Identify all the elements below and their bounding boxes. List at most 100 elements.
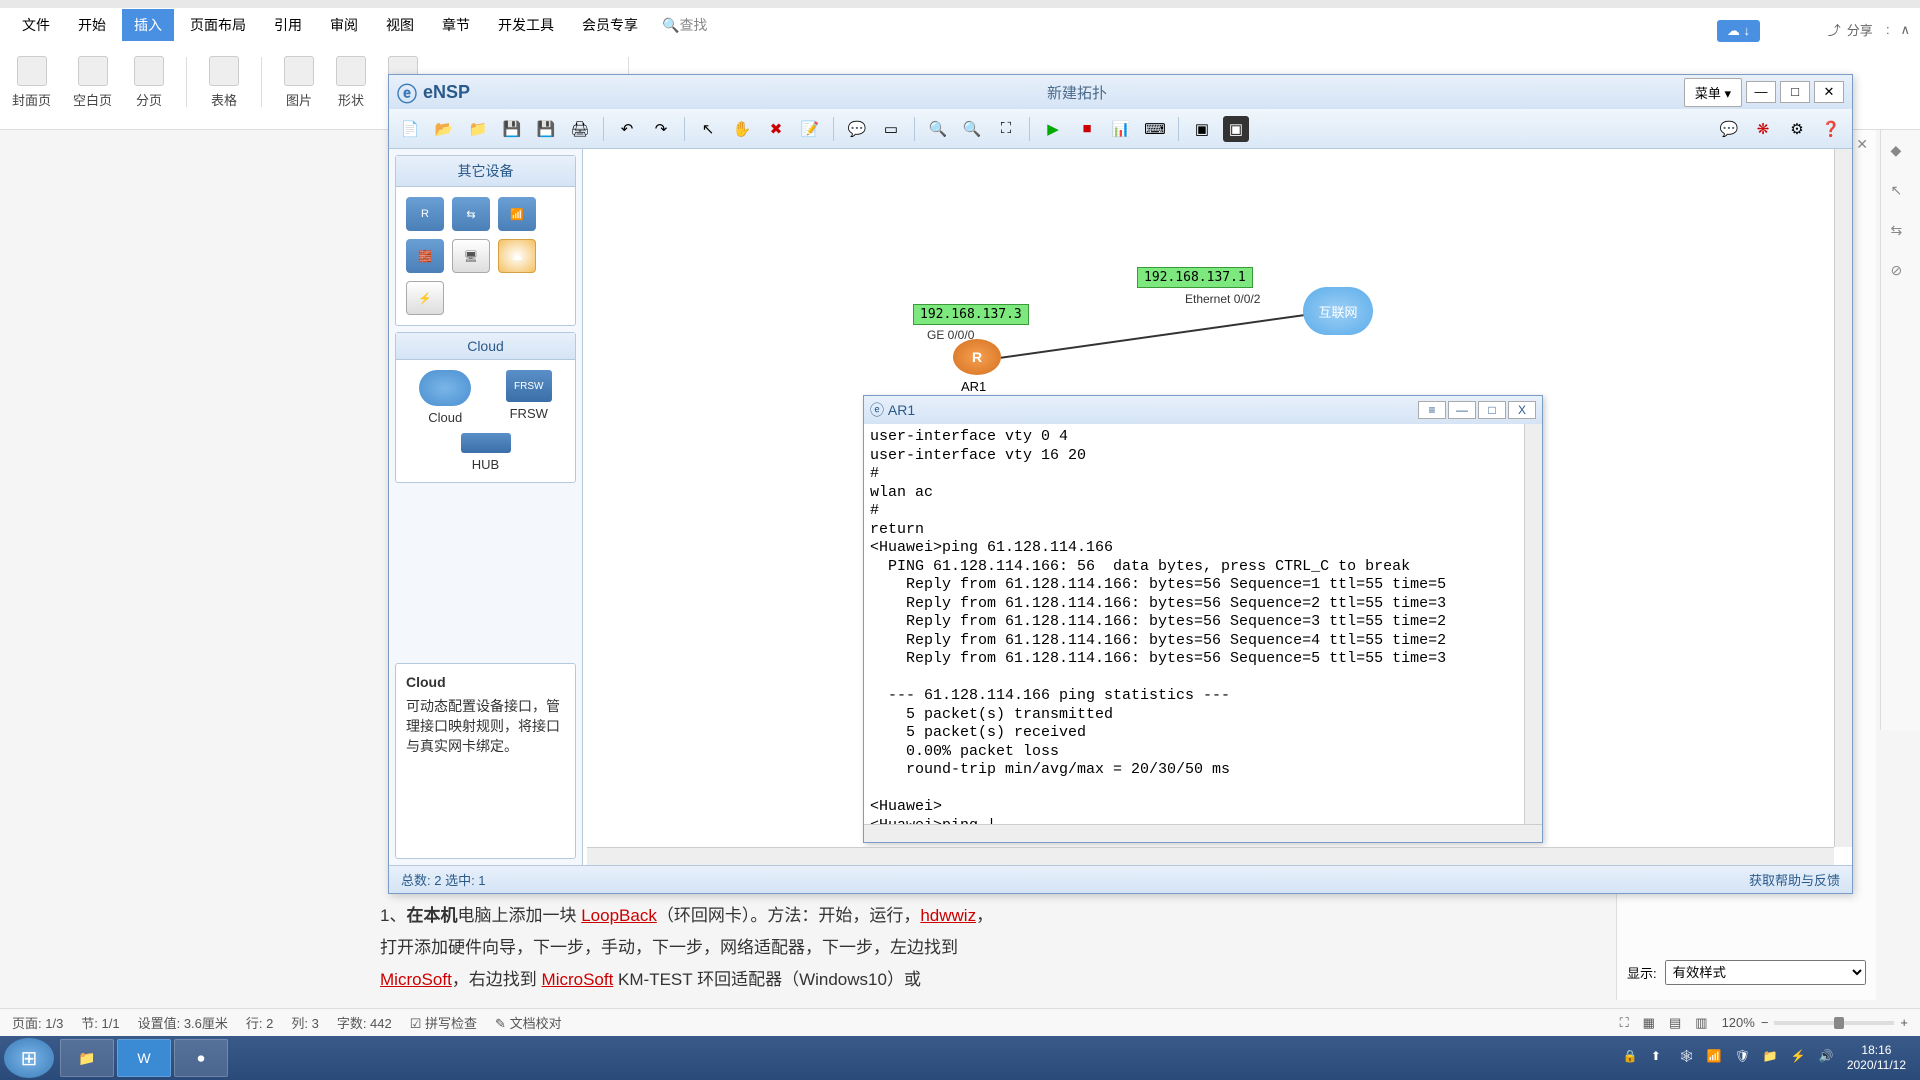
tab-sections[interactable]: 章节 (430, 9, 482, 41)
tb-layout1[interactable]: ▣ (1189, 116, 1215, 142)
terminal-titlebar[interactable]: ⓔ AR1 ≡ — □ X (864, 396, 1542, 424)
tab-home[interactable]: 开始 (66, 9, 118, 41)
cloud-node[interactable]: 互联网 (1303, 287, 1373, 335)
tb-fit[interactable]: ⛶ (993, 116, 1019, 142)
dev-router[interactable]: R (406, 197, 444, 231)
zoom-control[interactable]: 120% −+ (1722, 1015, 1908, 1030)
tb-open[interactable]: 📂 (431, 116, 457, 142)
tb-config[interactable]: 📝 (797, 116, 823, 142)
tb-huawei[interactable]: ❋ (1750, 116, 1776, 142)
share-icon[interactable]: ⤴ (1828, 20, 1841, 39)
close-button[interactable]: ✕ (1814, 81, 1844, 103)
tb-delete[interactable]: ✖ (763, 116, 789, 142)
task-obs[interactable]: ⏺ (174, 1039, 228, 1077)
tab-member[interactable]: 会员专享 (570, 9, 650, 41)
term-min-button[interactable]: — (1448, 401, 1476, 419)
status-help[interactable]: 获取帮助与反馈 (1749, 870, 1840, 889)
tb-new[interactable]: 📄 (397, 116, 423, 142)
tray-icon[interactable]: 📁 (1763, 1049, 1781, 1067)
tb-help[interactable]: ❓ (1818, 116, 1844, 142)
status-words[interactable]: 字数: 442 (337, 1013, 392, 1032)
term-opt-button[interactable]: ≡ (1418, 401, 1446, 419)
tray-icon[interactable]: 🕸 (1679, 1049, 1697, 1067)
search-box[interactable]: 🔍 查找 (662, 15, 707, 35)
btn-shape[interactable]: 形状 (336, 56, 366, 109)
tb-saveall[interactable]: 💾 (533, 116, 559, 142)
tray-icon[interactable]: 🛡 (1735, 1049, 1753, 1067)
status-proof[interactable]: ✎ 文档校对 (495, 1013, 562, 1032)
terminal-hscroll[interactable] (864, 824, 1542, 842)
terminal-output[interactable]: user-interface vty 0 4 user-interface vt… (864, 424, 1542, 824)
tb-layout2[interactable]: ▣ (1223, 116, 1249, 142)
item-frsw[interactable]: FRSWFRSW (506, 370, 552, 425)
dev-firewall[interactable]: 🧱 (406, 239, 444, 273)
dev-wlan[interactable]: 📶 (498, 197, 536, 231)
canvas-vscroll[interactable] (1834, 149, 1852, 847)
tb-text[interactable]: 💬 (844, 116, 870, 142)
dev-pc[interactable]: 🖥 (452, 239, 490, 273)
style-select[interactable]: 有效样式 (1665, 960, 1866, 985)
maximize-button[interactable]: □ (1780, 81, 1810, 103)
close-icon[interactable]: ✕ (1856, 136, 1868, 153)
start-button[interactable]: ⊞ (4, 1038, 54, 1078)
cloud-sync-badge[interactable]: ☁ ↓ (1717, 20, 1760, 42)
tb-chat[interactable]: 💬 (1716, 116, 1742, 142)
view-web-icon[interactable]: ▦ (1643, 1015, 1655, 1031)
share-label[interactable]: 分享 (1847, 20, 1873, 39)
view-outline-icon[interactable]: ⛶ (1620, 1015, 1629, 1031)
view-read-icon[interactable]: ▥ (1695, 1015, 1707, 1031)
btn-pagebreak[interactable]: 分页 (134, 56, 164, 109)
topology-canvas[interactable]: 192.168.137.3 192.168.137.1 GE 0/0/0 Eth… (583, 149, 1852, 865)
tab-references[interactable]: 引用 (262, 9, 314, 41)
canvas-hscroll[interactable] (587, 847, 1834, 865)
tb-zoomout[interactable]: 🔍 (959, 116, 985, 142)
task-wps[interactable]: W (117, 1039, 171, 1077)
item-cloud[interactable]: Cloud (419, 370, 471, 425)
tool-settings[interactable]: ⇆ (1891, 222, 1911, 242)
tab-review[interactable]: 审阅 (318, 9, 370, 41)
tray-icon[interactable]: ⬆ (1651, 1049, 1669, 1067)
ensp-titlebar[interactable]: ⓔ eNSP 新建拓扑 菜单 ▾ — □ ✕ (389, 75, 1852, 109)
document-content[interactable]: 1、在本机电脑上添加一块 LoopBack（环回网卡）。方法：开始，运行，hdw… (380, 900, 1280, 996)
tray-icon[interactable]: ⚡ (1791, 1049, 1809, 1067)
tab-insert[interactable]: 插入 (122, 9, 174, 41)
dev-cloud[interactable]: ☁ (498, 239, 536, 273)
btn-picture[interactable]: 图片 (284, 56, 314, 109)
tb-folder[interactable]: 📁 (465, 116, 491, 142)
term-max-button[interactable]: □ (1478, 401, 1506, 419)
tb-shape[interactable]: ▭ (878, 116, 904, 142)
task-explorer[interactable]: 📁 (60, 1039, 114, 1077)
view-print-icon[interactable]: ▤ (1669, 1015, 1681, 1031)
tab-file[interactable]: 文件 (10, 9, 62, 41)
minimize-button[interactable]: — (1746, 81, 1776, 103)
dev-switch[interactable]: ⇆ (452, 197, 490, 231)
tb-stop[interactable]: ■ (1074, 116, 1100, 142)
tool-help[interactable]: ⊘ (1891, 262, 1911, 282)
ensp-menu-button[interactable]: 菜单 ▾ (1684, 78, 1742, 107)
tb-start[interactable]: ▶ (1040, 116, 1066, 142)
terminal-vscroll[interactable] (1524, 424, 1542, 824)
clock[interactable]: 18:16 2020/11/12 (1847, 1043, 1906, 1073)
tb-capture[interactable]: 📊 (1108, 116, 1134, 142)
tray-icon[interactable]: 📶 (1707, 1049, 1725, 1067)
tb-save[interactable]: 💾 (499, 116, 525, 142)
tb-pan[interactable]: ✋ (729, 116, 755, 142)
tool-format[interactable]: ◆ (1891, 142, 1911, 162)
volume-icon[interactable]: 🔊 (1819, 1049, 1837, 1067)
item-hub[interactable]: HUB (461, 433, 511, 472)
status-spell[interactable]: ☑ 拼写检查 (410, 1013, 477, 1032)
router-node[interactable]: R (953, 339, 1001, 375)
tb-print[interactable]: 🖨 (567, 116, 593, 142)
tb-settings[interactable]: ⚙ (1784, 116, 1810, 142)
tool-select[interactable]: ↖ (1891, 182, 1911, 202)
btn-blank[interactable]: 空白页 (73, 56, 112, 109)
tb-undo[interactable]: ↶ (614, 116, 640, 142)
tab-view[interactable]: 视图 (374, 9, 426, 41)
tab-layout[interactable]: 页面布局 (178, 9, 258, 41)
tb-pointer[interactable]: ↖ (695, 116, 721, 142)
btn-cover[interactable]: 封面页 (12, 56, 51, 109)
tb-zoomin[interactable]: 🔍 (925, 116, 951, 142)
tab-dev[interactable]: 开发工具 (486, 9, 566, 41)
tray-icon[interactable]: 🔒 (1623, 1049, 1641, 1067)
term-close-button[interactable]: X (1508, 401, 1536, 419)
